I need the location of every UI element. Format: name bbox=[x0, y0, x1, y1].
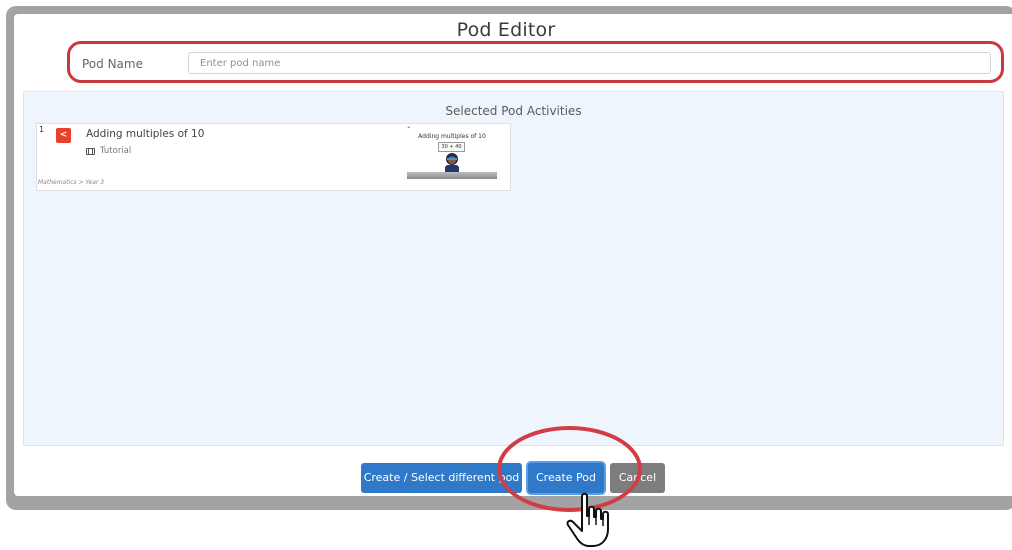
create-pod-button[interactable]: Create Pod bbox=[528, 463, 604, 493]
page-title: Pod Editor bbox=[456, 19, 556, 41]
activity-thumbnail: Adding multiples of 10 30 + 40 bbox=[407, 128, 497, 181]
activity-index: 1 bbox=[39, 125, 45, 134]
activity-breadcrumb: Mathematics > Year 3 bbox=[38, 179, 105, 186]
create-select-different-pod-button[interactable]: Create / Select different pod bbox=[361, 463, 522, 493]
activity-title: Adding multiples of 10 bbox=[86, 128, 205, 140]
activity-card[interactable]: 1 < Adding multiples of 10 Tutorial Math… bbox=[36, 123, 511, 191]
thumbnail-floor bbox=[407, 172, 497, 179]
thumbnail-title: Adding multiples of 10 bbox=[418, 133, 486, 140]
activity-type-label: Tutorial bbox=[100, 146, 132, 156]
film-icon bbox=[86, 147, 95, 155]
thumbnail-equation: 30 + 40 bbox=[438, 142, 465, 152]
remove-activity-button[interactable]: < bbox=[56, 128, 71, 143]
panel-title: Selected Pod Activities bbox=[445, 104, 582, 118]
cancel-button[interactable]: Cancel bbox=[610, 463, 665, 493]
pod-name-label: Pod Name bbox=[82, 57, 143, 71]
character-avatar-icon bbox=[445, 153, 459, 174]
activity-type: Tutorial bbox=[86, 146, 131, 156]
pod-name-input[interactable] bbox=[188, 52, 991, 74]
selected-activities-panel: Selected Pod Activities 1 < Adding multi… bbox=[23, 91, 1004, 446]
